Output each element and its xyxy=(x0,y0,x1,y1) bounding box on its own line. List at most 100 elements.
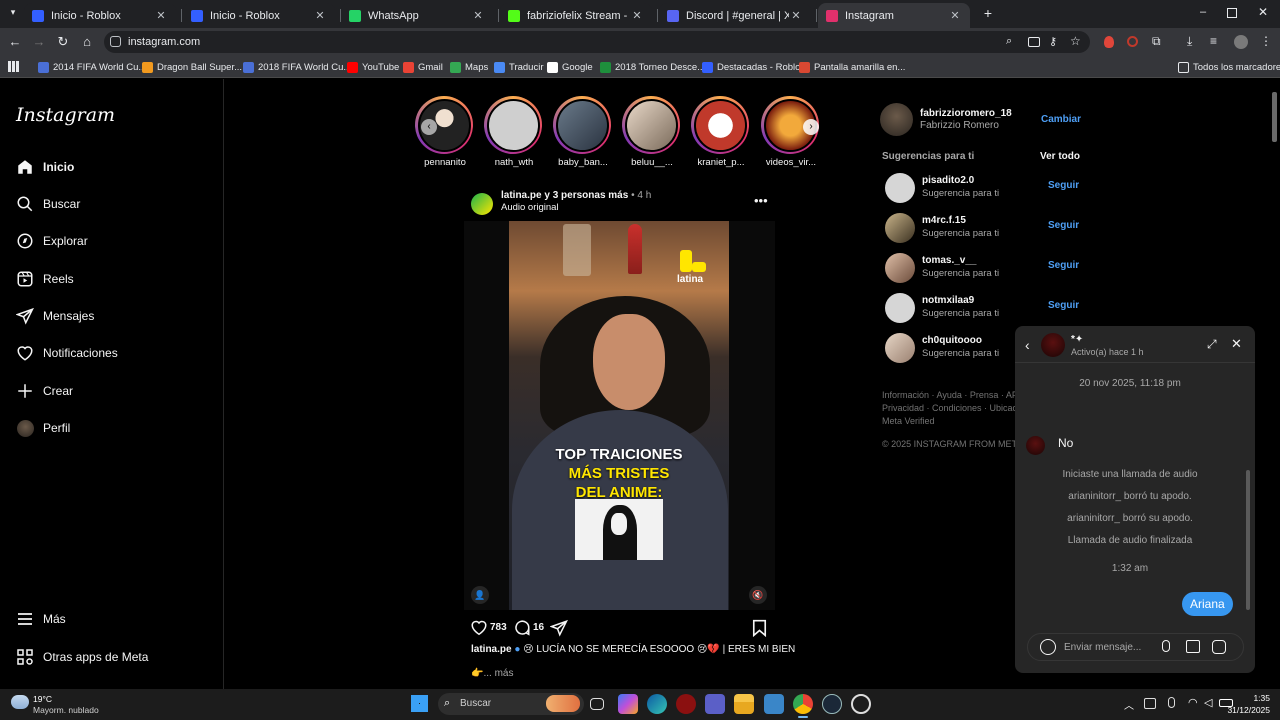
edge-icon[interactable] xyxy=(647,694,667,714)
caption-author[interactable]: latina.pe xyxy=(471,644,512,655)
task-view-icon[interactable] xyxy=(590,698,604,710)
extensions-puzzle-icon[interactable]: ⧉ xyxy=(1152,34,1161,49)
suggestion-username[interactable]: pisadito2.0 xyxy=(922,175,974,186)
story-item[interactable]: nath_wth xyxy=(484,96,544,168)
back-button[interactable]: ← xyxy=(6,33,24,51)
browser-tab[interactable]: Discord | #general | Xddd✕ xyxy=(659,3,811,28)
copilot-icon[interactable] xyxy=(618,694,638,714)
forward-button[interactable]: → xyxy=(30,33,48,51)
tab-close-icon[interactable]: ✕ xyxy=(471,9,485,22)
tray-app-icon[interactable] xyxy=(1144,698,1156,709)
bookmark-item[interactable]: Destacadas - Roblox xyxy=(702,59,805,75)
all-bookmarks[interactable]: Todos los marcadores xyxy=(1178,59,1280,75)
apps-grid-icon[interactable] xyxy=(8,61,19,72)
restore-button[interactable] xyxy=(1227,8,1237,18)
post-options-icon[interactable]: ••• xyxy=(754,193,768,208)
page-scrollbar[interactable] xyxy=(1272,92,1277,142)
bookmark-item[interactable]: Google xyxy=(547,59,593,75)
nav-item-inicio[interactable]: Inicio xyxy=(16,156,74,178)
cast-icon[interactable] xyxy=(1028,37,1040,47)
zoom-icon[interactable]: ⌕ xyxy=(1006,35,1012,48)
chrome-icon[interactable] xyxy=(793,694,813,714)
story-item[interactable]: beluu__... xyxy=(622,96,682,168)
chat-back-icon[interactable]: ‹ xyxy=(1025,337,1030,353)
extension-icon[interactable] xyxy=(1127,36,1138,47)
stories-prev-button[interactable]: ‹ xyxy=(421,119,437,135)
browser-tab[interactable]: WhatsApp ✕ xyxy=(341,3,493,28)
bookmark-item[interactable]: Traducir xyxy=(494,59,544,75)
tab-close-icon[interactable]: ✕ xyxy=(948,9,962,22)
suggestion-avatar[interactable] xyxy=(885,293,915,323)
tab-search-button[interactable]: ▾ xyxy=(6,7,20,21)
like-icon[interactable] xyxy=(470,619,488,639)
emoji-icon[interactable] xyxy=(1040,639,1056,655)
weather-icon[interactable] xyxy=(11,695,29,709)
suggestion-username[interactable]: notmxilaa9 xyxy=(922,295,974,306)
nav-item-mensajes[interactable]: Mensajes xyxy=(16,305,94,327)
weather-desc[interactable]: Mayorm. nublado xyxy=(33,705,99,715)
app-icon[interactable] xyxy=(851,694,871,714)
suggestion-avatar[interactable] xyxy=(885,213,915,243)
volume-icon[interactable]: ◁ xyxy=(1204,696,1212,709)
footer-links-1[interactable]: Información · Ayuda · Prensa · API · E xyxy=(882,390,1034,400)
close-icon[interactable]: ✕ xyxy=(1231,336,1242,352)
story-item[interactable]: kraniet_p... xyxy=(691,96,751,168)
bookmark-item[interactable]: Maps xyxy=(450,59,488,75)
browser-menu-icon[interactable]: ⋮ xyxy=(1260,34,1272,48)
follow-button[interactable]: Seguir xyxy=(1048,260,1079,271)
clock-time[interactable]: 1:35 xyxy=(1246,693,1270,703)
browser-tab[interactable]: Inicio - Roblox ✕ xyxy=(183,3,335,28)
teams-icon[interactable] xyxy=(705,694,725,714)
weather-temp[interactable]: 19°C xyxy=(33,694,52,704)
notepad-icon[interactable] xyxy=(764,694,784,714)
bookmark-item[interactable]: 2018 Torneo Desce... xyxy=(600,59,705,75)
app-icon[interactable] xyxy=(676,694,696,714)
browser-tab[interactable]: Instagram ✕ xyxy=(818,3,970,28)
incoming-message[interactable]: No xyxy=(1050,432,1081,454)
post-author-avatar[interactable] xyxy=(471,193,493,215)
switch-account-link[interactable]: Cambiar xyxy=(1041,114,1081,125)
outgoing-message[interactable]: Ariana xyxy=(1182,592,1233,616)
site-info-icon[interactable] xyxy=(110,36,121,47)
reload-button[interactable]: ↻ xyxy=(54,33,72,51)
browser-tab[interactable]: Inicio - Roblox ✕ xyxy=(24,3,176,28)
bookmark-item[interactable]: Gmail xyxy=(403,59,443,75)
save-icon[interactable] xyxy=(752,619,767,640)
nav-item-crear[interactable]: Crear xyxy=(16,380,73,402)
password-key-icon[interactable]: ⚷ xyxy=(1049,35,1057,48)
suggestion-username[interactable]: ch0quitoooo xyxy=(922,335,982,346)
image-icon[interactable] xyxy=(1186,640,1200,653)
tray-chevron-icon[interactable]: ︿ xyxy=(1124,697,1134,712)
comment-icon[interactable] xyxy=(513,619,531,640)
nav-item-notificaciones[interactable]: Notificaciones xyxy=(16,342,118,364)
profile-username[interactable]: fabrizzioromero_18 xyxy=(920,108,1012,119)
suggestion-avatar[interactable] xyxy=(885,333,915,363)
nav-item-explorar[interactable]: Explorar xyxy=(16,230,88,252)
bookmark-star-icon[interactable]: ☆ xyxy=(1070,34,1081,48)
see-all-link[interactable]: Ver todo xyxy=(1040,151,1080,162)
address-bar[interactable]: instagram.com xyxy=(104,31,1090,53)
post-author[interactable]: latina.pe xyxy=(501,190,542,201)
sticker-icon[interactable] xyxy=(1212,640,1226,654)
meta-apps[interactable]: Otras apps de Meta xyxy=(16,646,148,668)
browser-tab[interactable]: fabriziofelix Stream - Watch Live✕ xyxy=(500,3,652,28)
home-button[interactable]: ⌂ xyxy=(78,33,96,51)
bookmark-item[interactable]: 2018 FIFA World Cu... xyxy=(243,59,351,75)
nav-item-reels[interactable]: Reels xyxy=(16,268,74,290)
post-audio[interactable]: Audio original xyxy=(501,202,559,213)
media-control-icon[interactable]: ≡ xyxy=(1210,34,1217,48)
share-icon[interactable] xyxy=(549,619,568,640)
suggestion-avatar[interactable] xyxy=(885,253,915,283)
footer-links-2[interactable]: Privacidad · Condiciones · Ubicacion xyxy=(882,403,1029,413)
file-explorer-icon[interactable] xyxy=(734,694,754,714)
suggestion-username[interactable]: m4rc.f.15 xyxy=(922,215,966,226)
like-count[interactable]: 783 xyxy=(490,622,507,633)
suggestion-avatar[interactable] xyxy=(885,173,915,203)
nav-item-buscar[interactable]: Buscar xyxy=(16,193,80,215)
steam-icon[interactable] xyxy=(822,694,842,714)
follow-button[interactable]: Seguir xyxy=(1048,300,1079,311)
story-item[interactable]: baby_ban... xyxy=(553,96,613,168)
chat-contact-name[interactable]: *✦ xyxy=(1071,334,1083,345)
post-collaborators[interactable]: y 3 personas más xyxy=(544,190,628,201)
download-icon[interactable]: ⤓ xyxy=(1187,34,1192,49)
